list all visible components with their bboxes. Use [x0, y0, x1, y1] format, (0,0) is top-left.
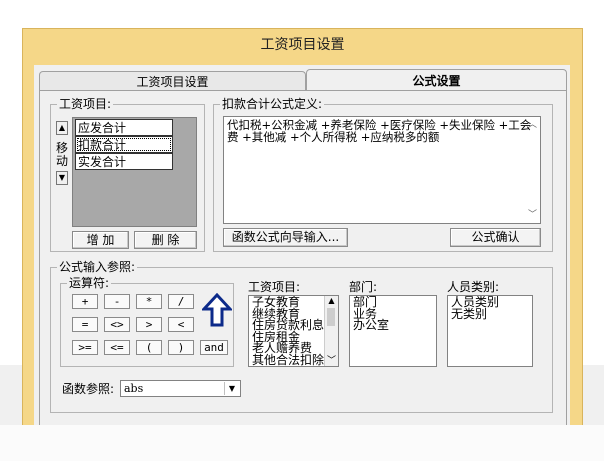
- tab-panel: 工资项目: ▲ 移动 ▼ 应发合计 扣款合计 实发合计 增 加 删 除 扣款合计…: [39, 90, 567, 430]
- op-multiply-button[interactable]: *: [136, 294, 162, 309]
- list-item[interactable]: 无类别: [451, 308, 529, 321]
- ref-salary-scrollbar[interactable]: ▲ ﹀: [324, 296, 338, 366]
- op-equal-button[interactable]: =: [72, 317, 98, 332]
- salary-items-group: 工资项目: ▲ 移动 ▼ 应发合计 扣款合计 实发合计 增 加 删 除: [50, 97, 205, 252]
- list-item[interactable]: 其他合法扣除: [252, 354, 335, 367]
- formula-wizard-button[interactable]: 函数公式向导输入...: [223, 228, 348, 247]
- move-up-button[interactable]: ▲: [56, 121, 68, 135]
- ref-salary-items-list[interactable]: 子女教育 继续教育 住房贷款利息 住房租金 老人赡养费 其他合法扣除 ▲ ﹀: [248, 295, 339, 367]
- formula-text: 代扣税+公积金减 +养老保险 +医疗保险 +失业保险 +工会费 +其他减 +个人…: [227, 118, 532, 144]
- formula-textarea[interactable]: 代扣税+公积金减 +养老保险 +医疗保险 +失业保险 +工会费 +其他减 +个人…: [223, 116, 541, 224]
- list-item[interactable]: 实发合计: [75, 153, 173, 170]
- move-label: 移动: [55, 141, 68, 168]
- formula-reference-title: 公式输入参照:: [57, 260, 138, 274]
- background-bottom-fade: [0, 425, 604, 461]
- scroll-up-icon[interactable]: ︿: [528, 119, 537, 131]
- ref-person-type-list[interactable]: 人员类别 无类别: [447, 295, 533, 367]
- dropdown-arrow-icon[interactable]: ▼: [224, 382, 239, 395]
- tab-salary-items[interactable]: 工资项目设置: [39, 71, 306, 91]
- op-greater-equal-button[interactable]: >=: [72, 340, 98, 355]
- op-plus-button[interactable]: +: [72, 294, 98, 309]
- op-and-button[interactable]: and: [200, 340, 228, 355]
- salary-items-list: 应发合计 扣款合计 实发合计: [72, 117, 197, 227]
- formula-definition-group: 扣款合计公式定义: 代扣税+公积金减 +养老保险 +医疗保险 +失业保险 +工会…: [213, 97, 553, 252]
- scroll-up-icon[interactable]: ▲: [325, 296, 338, 306]
- func-ref-select[interactable]: abs ▼: [120, 380, 241, 397]
- salary-items-title: 工资项目:: [57, 97, 114, 111]
- op-less-equal-button[interactable]: <=: [104, 340, 130, 355]
- op-greater-button[interactable]: >: [136, 317, 162, 332]
- scroll-down-icon[interactable]: ﹀: [528, 209, 537, 221]
- ref-dept-list[interactable]: 部门 业务 办公室: [349, 295, 437, 367]
- op-left-paren-button[interactable]: (: [136, 340, 162, 355]
- dialog-window: 工资项目设置 工资项目设置 公式设置 工资项目: ▲ 移动 ▼ 应发合计 扣款合…: [22, 28, 583, 461]
- list-item[interactable]: 应发合计: [75, 119, 173, 136]
- operators-title: 运算符:: [67, 276, 112, 290]
- op-right-paren-button[interactable]: ): [168, 340, 194, 355]
- add-button[interactable]: 增 加: [72, 231, 129, 249]
- dialog-client: 工资项目设置 公式设置 工资项目: ▲ 移动 ▼ 应发合计 扣款合计 实发合计 …: [34, 65, 570, 460]
- formula-definition-title: 扣款合计公式定义:: [220, 97, 325, 111]
- op-not-equal-button[interactable]: <>: [104, 317, 130, 332]
- formula-confirm-button[interactable]: 公式确认: [450, 228, 541, 247]
- operators-group: 运算符: + - * / = <> > < >= <= ( ) and: [60, 276, 234, 367]
- ref-person-type-label: 人员类别:: [447, 280, 500, 294]
- ref-dept-label: 部门:: [349, 280, 378, 294]
- list-item[interactable]: 办公室: [353, 319, 433, 332]
- tab-formula-settings[interactable]: 公式设置: [306, 69, 567, 91]
- insert-up-arrow-icon[interactable]: [200, 292, 234, 330]
- ref-salary-items-label: 工资项目:: [248, 280, 301, 294]
- formula-reference-group: 公式输入参照: 运算符: + - * / = <> > < >= <= ( ) …: [50, 260, 553, 413]
- scroll-down-icon[interactable]: ﹀: [325, 356, 338, 366]
- op-divide-button[interactable]: /: [168, 294, 194, 309]
- func-ref-label: 函数参照:: [62, 382, 115, 396]
- func-ref-value: abs: [124, 382, 144, 395]
- scroll-thumb[interactable]: [327, 308, 335, 326]
- delete-button[interactable]: 删 除: [134, 231, 197, 249]
- list-item-selected[interactable]: 扣款合计: [75, 136, 173, 153]
- op-less-button[interactable]: <: [168, 317, 194, 332]
- move-down-button[interactable]: ▼: [56, 171, 68, 185]
- op-minus-button[interactable]: -: [104, 294, 130, 309]
- window-title: 工资项目设置: [260, 37, 345, 53]
